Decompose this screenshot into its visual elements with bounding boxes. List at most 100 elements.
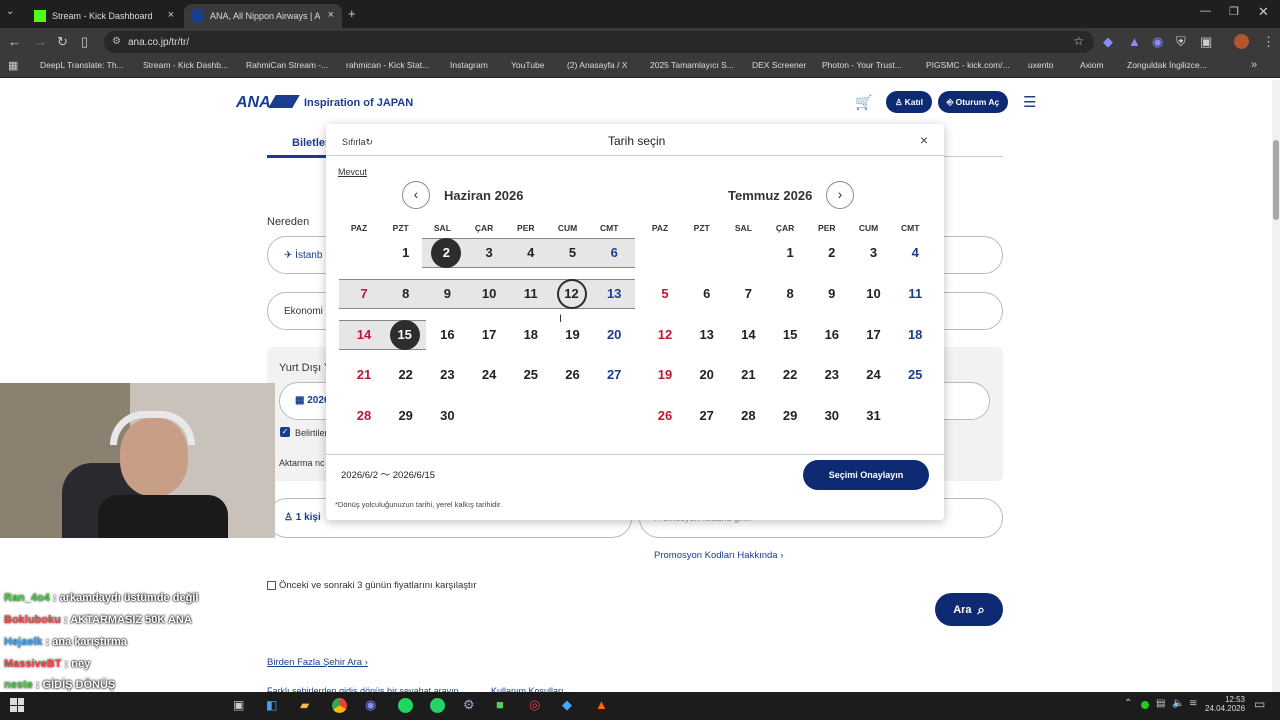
calendar-day[interactable]: 13 — [598, 280, 630, 308]
calendar-day[interactable]: 31 — [858, 402, 890, 430]
extension-icon[interactable]: ▲ — [1128, 34, 1141, 49]
calendar-day[interactable]: 10 — [858, 280, 890, 308]
tray-app-icon[interactable]: ▤ — [1156, 698, 1165, 709]
bookmark-item[interactable]: Stream - Kick Dashb... — [143, 60, 228, 70]
calendar-day[interactable]: 25 — [899, 361, 931, 389]
tab-ana[interactable]: ANA, All Nippon Airways | ANA × — [184, 4, 342, 28]
calendar-day[interactable]: 24 — [473, 361, 505, 389]
calendar-day[interactable]: 26 — [649, 402, 681, 430]
close-window-icon[interactable]: ✕ — [1258, 4, 1269, 20]
calendar-day[interactable]: 20 — [691, 361, 723, 389]
bookmark-item[interactable]: PIGSMC - kick.com/... — [926, 60, 1010, 70]
calendar-day[interactable]: 22 — [390, 361, 422, 389]
calendar-day[interactable]: 9 — [431, 280, 463, 308]
hamburger-menu-icon[interactable]: ☰ — [1023, 93, 1036, 111]
calendar-day[interactable]: 11 — [515, 280, 547, 308]
calendar-day[interactable]: 18 — [899, 321, 931, 349]
reset-button[interactable]: Sıfırla↻ — [342, 137, 373, 148]
close-icon[interactable]: × — [920, 132, 928, 148]
back-icon[interactable]: ← — [8, 34, 21, 49]
forward-icon[interactable]: → — [34, 34, 47, 49]
discord-icon[interactable]: ◉ — [365, 697, 376, 713]
calendar-day[interactable]: 21 — [348, 361, 380, 389]
bookmark-item[interactable]: Instagram — [450, 60, 488, 70]
bookmark-item[interactable]: (2) Anasayfa / X — [567, 60, 627, 70]
calendar-day[interactable]: 1 — [774, 239, 806, 267]
calendar-day[interactable]: 25 — [515, 361, 547, 389]
calendar-day[interactable]: 27 — [598, 361, 630, 389]
file-explorer-icon[interactable]: ▰ — [300, 698, 309, 712]
clock[interactable]: 12:53 24.04.2026 — [1205, 695, 1245, 713]
tab-list-icon[interactable]: ⌄ — [6, 6, 14, 17]
windows-start-icon[interactable] — [10, 698, 24, 712]
tray-status-icon[interactable] — [1141, 701, 1149, 709]
calendar-day[interactable]: 3 — [858, 239, 890, 267]
bookmark-item[interactable]: Photon - Your Trust... — [822, 60, 902, 70]
chrome-icon[interactable] — [332, 698, 347, 713]
calendar-day[interactable]: 10 — [473, 280, 505, 308]
calendar-day[interactable]: 5 — [649, 280, 681, 308]
tab-tickets[interactable]: Biletler — [292, 137, 329, 149]
calendar-day[interactable]: 7 — [348, 280, 380, 308]
multi-city-link[interactable]: Birden Fazla Şehir Ara › — [267, 657, 368, 668]
bookmark-item[interactable]: DeepL Translate: Th... — [40, 60, 124, 70]
sidebar-icon[interactable]: ▯ — [81, 34, 88, 50]
reload-icon[interactable]: ↻ — [57, 34, 68, 50]
calendar-day[interactable]: 29 — [774, 402, 806, 430]
calendar-day[interactable]: 12 — [649, 321, 681, 349]
calendar-day[interactable]: 15 — [389, 319, 420, 350]
calendar-day[interactable]: 28 — [348, 402, 380, 430]
tray-chevron-icon[interactable]: ⌃ — [1124, 698, 1132, 709]
apps-grid-icon[interactable]: ▦ — [8, 59, 18, 72]
bookmark-item[interactable]: DEX Screener — [752, 60, 806, 70]
whatsapp-icon[interactable] — [430, 698, 445, 713]
new-tab-icon[interactable]: + — [348, 6, 356, 21]
calendar-day[interactable]: 23 — [816, 361, 848, 389]
minecraft-icon[interactable]: ■ — [496, 697, 504, 712]
calendar-day[interactable]: 18 — [515, 321, 547, 349]
search-button[interactable]: Ara ⌕ — [935, 593, 1003, 626]
task-view-icon[interactable]: ▣ — [233, 698, 244, 712]
calendar-day[interactable]: 9 — [816, 280, 848, 308]
join-button[interactable]: ♙ Katıl — [886, 91, 932, 113]
calendar-day[interactable]: 15 — [774, 321, 806, 349]
calendar-day[interactable]: 27 — [691, 402, 723, 430]
calendar-day[interactable]: 4 — [515, 239, 547, 267]
calendar-day[interactable]: 23 — [431, 361, 463, 389]
calendar-day[interactable]: 19 — [649, 361, 681, 389]
bookmark-item[interactable]: Axiom — [1080, 60, 1104, 70]
promo-info-link[interactable]: Promosyon Kodları Hakkında › — [654, 550, 783, 561]
speaker-icon[interactable]: 🔈 — [1172, 698, 1184, 709]
profile-avatar[interactable] — [1234, 34, 1249, 49]
calendar-day[interactable]: 21 — [732, 361, 764, 389]
calendar-day[interactable]: 11 — [899, 280, 931, 308]
compare-checkbox[interactable] — [267, 581, 276, 590]
calendar-day[interactable]: 17 — [858, 321, 890, 349]
bookmark-item[interactable]: rahmican - Kick Stat... — [346, 60, 429, 70]
calendar-day[interactable]: 14 — [348, 321, 380, 349]
calendar-day[interactable]: 24 — [858, 361, 890, 389]
bookmark-item[interactable]: 2025 Tamamlayıcı S... — [650, 60, 734, 70]
restore-icon[interactable]: ❐ — [1229, 5, 1239, 18]
more-bookmarks-icon[interactable]: » — [1251, 59, 1257, 71]
calendar-day[interactable]: 8 — [390, 280, 422, 308]
calendar-day[interactable]: 16 — [816, 321, 848, 349]
menu-dots-icon[interactable]: ⋮ — [1262, 34, 1275, 50]
calendar-day[interactable]: 3 — [473, 239, 505, 267]
login-button[interactable]: ⎆ Oturum Aç — [938, 91, 1008, 113]
extensions-puzzle-icon[interactable]: ▣ — [1200, 34, 1212, 50]
calendar-day[interactable]: 28 — [732, 402, 764, 430]
shield-icon[interactable]: ⛨ — [1176, 34, 1186, 50]
calendar-day[interactable]: 5 — [557, 239, 589, 267]
recording-icon[interactable]: ◎ — [529, 697, 540, 713]
calendar-day[interactable]: 2 — [816, 239, 848, 267]
calendar-day[interactable]: 4 — [899, 239, 931, 267]
close-tab-icon[interactable]: × — [168, 9, 174, 21]
calendar-day[interactable]: 30 — [431, 402, 463, 430]
calendar-day[interactable]: 16 — [431, 321, 463, 349]
ana-logo[interactable]: ANA — [236, 94, 271, 112]
close-tab-icon[interactable]: × — [328, 9, 334, 21]
calendar-day[interactable]: 7 — [732, 280, 764, 308]
calendar-day[interactable]: 1 — [390, 239, 422, 267]
bookmark-item[interactable]: YouTube — [511, 60, 544, 70]
